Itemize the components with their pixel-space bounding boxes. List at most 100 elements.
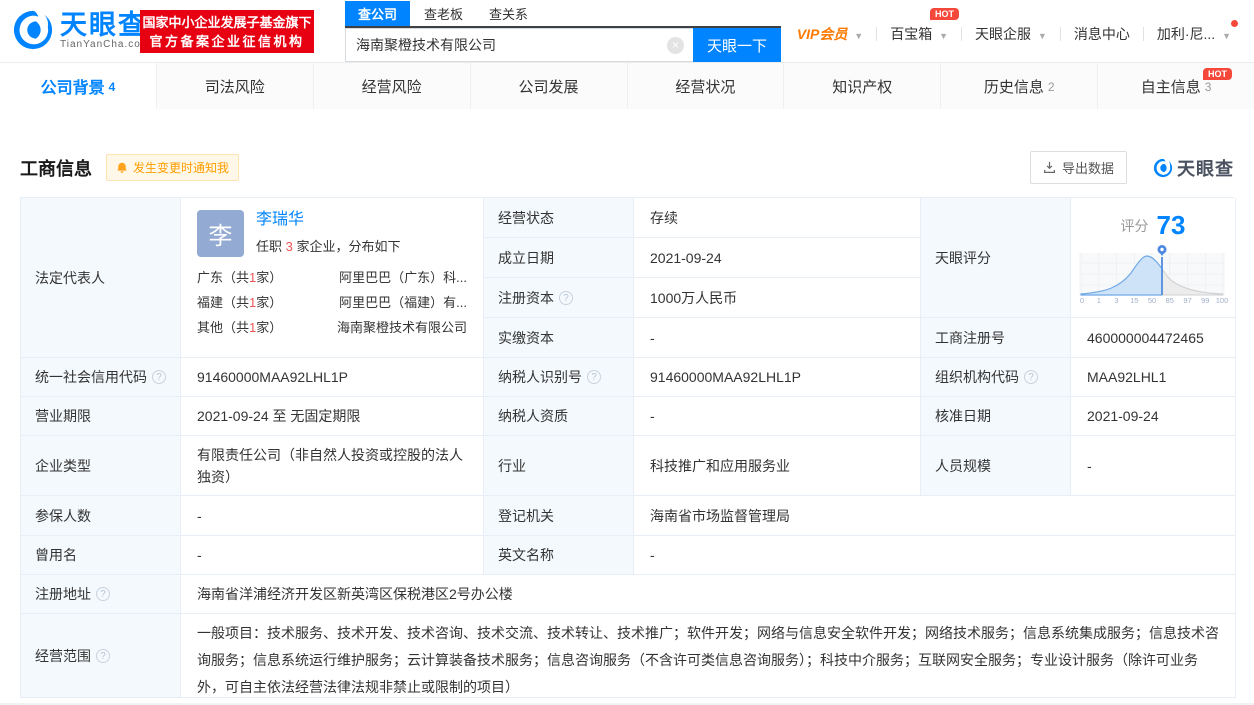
tab-operation-risk[interactable]: 经营风险 [312, 63, 470, 109]
search-tabs: 查公司 查老板 查关系 [345, 1, 781, 28]
tab-history-info[interactable]: 历史信息 2 [940, 63, 1097, 109]
field-label-industry: 行业 [484, 436, 634, 496]
legal-rep-name-link[interactable]: 李瑞华 [256, 210, 401, 230]
badge-line2: 官方备案企业征信机构 [149, 34, 305, 49]
top-header: 天眼查 TianYanCha.com 国家中小企业发展子基金旗下 官方备案企业征… [0, 0, 1254, 62]
field-label-paid-capital: 实缴资本 [484, 318, 634, 358]
company-section-tabs: 公司背景 4 司法风险 经营风险 公司发展 经营状况 知识产权 历史信息 2 HOT… [0, 62, 1254, 109]
government-certification-badge: 国家中小企业发展子基金旗下 官方备案企业征信机构 [140, 10, 314, 53]
logo-subtitle: TianYanCha.com [60, 38, 151, 50]
nav-vip-member[interactable]: VIP会员 ▼ [784, 24, 876, 44]
business-info-header: 工商信息 发生变更时通知我 导出数据 天眼查 [20, 151, 1234, 184]
field-value-taxpayer-id: 91460000MAA92LHL1P [634, 358, 921, 397]
tab-operation-status[interactable]: 经营状况 [626, 63, 784, 109]
legal-rep-distribution: 广东（共1家） 阿里巴巴（广东）科... 福建（共1家） 阿里巴巴（福建）有..… [197, 265, 467, 340]
field-label-establish-date: 成立日期 [484, 238, 634, 278]
svg-text:97: 97 [1183, 296, 1191, 305]
field-label-staff-size: 人员规模 [921, 436, 1071, 496]
field-value-english-name: - [634, 536, 1236, 575]
score-value: 73 [1156, 210, 1186, 240]
nav-message-center[interactable]: 消息中心 [1061, 24, 1143, 44]
logo-title: 天眼查 [60, 9, 147, 40]
field-label-taxpayer-id: 纳税人识别号? [484, 358, 634, 397]
search-button[interactable]: 天眼一下 [693, 28, 781, 62]
field-label-taxpayer-quality: 纳税人资质 [484, 397, 634, 436]
search-tab-company[interactable]: 查公司 [345, 1, 411, 26]
legal-rep-summary: 任职 3 家企业，分布如下 [256, 239, 401, 254]
svg-text:85: 85 [1166, 296, 1174, 305]
help-icon[interactable]: ? [96, 587, 110, 601]
field-value-reg-address: 海南省洋浦经济开发区新英湾区保税港区2号办公楼 [181, 575, 1236, 614]
field-label-former-name: 曾用名 [21, 536, 181, 575]
field-value-insured-count: - [181, 496, 484, 536]
svg-text:0: 0 [1080, 296, 1084, 305]
field-label-insured-count: 参保人数 [21, 496, 181, 536]
search-input[interactable] [346, 29, 693, 61]
field-label-credit-code: 统一社会信用代码? [21, 358, 181, 397]
notification-dot [1231, 20, 1238, 27]
help-icon[interactable]: ? [559, 290, 573, 305]
field-label-tyc-score: 天眼评分 [921, 198, 1071, 318]
field-label-approval-date: 核准日期 [921, 397, 1071, 436]
svg-text:50: 50 [1148, 296, 1156, 305]
chevron-down-icon: ▼ [1222, 31, 1231, 41]
svg-text:1: 1 [1097, 296, 1101, 305]
help-icon[interactable]: ? [1024, 370, 1038, 384]
field-value-former-name: - [181, 536, 484, 575]
tab-company-background[interactable]: 公司背景 4 [0, 63, 156, 109]
field-label-reg-address: 注册地址? [21, 575, 181, 614]
search-tab-relation[interactable]: 查关系 [489, 1, 528, 26]
region-label: 福建（共1家） [197, 295, 283, 310]
tab-intellectual-property[interactable]: 知识产权 [783, 63, 940, 109]
field-value-reg-authority: 海南省市场监督管理局 [634, 496, 1236, 536]
search-tab-boss[interactable]: 查老板 [424, 1, 463, 26]
tianyancha-logo[interactable]: 天眼查 TianYanCha.com [12, 9, 150, 51]
field-value-org-code: MAA92LHL1 [1071, 358, 1236, 397]
export-data-button[interactable]: 导出数据 [1029, 151, 1127, 184]
field-label-org-code: 组织机构代码? [921, 358, 1071, 397]
nav-toolbox[interactable]: HOT 百宝箱 ▼ [877, 8, 961, 44]
tyc-score-cell: 评分 73 0 1 3 15 50 85 97 99 100 [1071, 198, 1236, 318]
field-value-business-scope: 一般项目：技术服务、技术开发、技术咨询、技术交流、技术转让、技术推广；软件开发；… [181, 614, 1236, 698]
field-label-english-name: 英文名称 [484, 536, 634, 575]
clear-search-icon[interactable]: × [667, 37, 684, 54]
bell-icon [117, 162, 127, 173]
help-icon[interactable]: ? [152, 370, 166, 384]
field-label-business-scope: 经营范围? [21, 614, 181, 698]
svg-text:100: 100 [1216, 296, 1229, 305]
notify-on-change-button[interactable]: 发生变更时通知我 [106, 154, 240, 181]
field-value-business-status: 存续 [634, 198, 921, 238]
tianyancha-logo-icon [1153, 158, 1173, 177]
company-link[interactable]: 阿里巴巴（福建）有... [339, 290, 467, 315]
tab-self-published-info[interactable]: HOT 自主信息 3 [1097, 63, 1254, 109]
field-label-company-type: 企业类型 [21, 436, 181, 496]
help-icon[interactable]: ? [587, 370, 601, 384]
nav-enterprise-service[interactable]: 天眼企服 ▼ [962, 24, 1060, 44]
legal-rep-cell: 李 李瑞华 任职 3 家企业，分布如下 广东（共1家） 阿里巴巴（广东）科...… [181, 198, 484, 358]
search-area: 查公司 查老板 查关系 × 天眼一下 [345, 1, 781, 62]
help-icon[interactable]: ? [96, 648, 110, 663]
score-distribution-chart: 0 1 3 15 50 85 97 99 100 [1079, 245, 1229, 305]
hot-badge: HOT [930, 8, 960, 20]
tab-judicial-risk[interactable]: 司法风险 [155, 63, 313, 109]
field-value-credit-code: 91460000MAA92LHL1P [181, 358, 484, 397]
business-info-table: 法定代表人 李 李瑞华 任职 3 家企业，分布如下 广东（共1家） 阿里巴巴（广… [20, 197, 1236, 698]
svg-text:15: 15 [1130, 296, 1138, 305]
field-label-reg-authority: 登记机关 [484, 496, 634, 536]
field-value-reg-number: 460000004472465 [1071, 318, 1236, 358]
field-value-business-term: 2021-09-24 至 无固定期限 [181, 397, 484, 436]
field-value-company-type: 有限责任公司（非自然人投资或控股的法人独资） [181, 436, 484, 496]
page-title: 工商信息 [20, 158, 92, 179]
svg-text:3: 3 [1114, 296, 1118, 305]
field-label-reg-number: 工商注册号 [921, 318, 1071, 358]
field-value-industry: 科技推广和应用服务业 [634, 436, 921, 496]
tab-company-development[interactable]: 公司发展 [469, 63, 627, 109]
company-link[interactable]: 阿里巴巴（广东）科... [339, 265, 467, 290]
chevron-down-icon: ▼ [1037, 31, 1047, 41]
field-value-establish-date: 2021-09-24 [634, 238, 921, 278]
nav-user-account[interactable]: 加利·尼... ▼ [1144, 20, 1244, 44]
avatar[interactable]: 李 [197, 210, 244, 257]
tianyancha-logo-icon [13, 10, 53, 50]
list-item: 广东（共1家） 阿里巴巴（广东）科... [197, 265, 467, 290]
company-link[interactable]: 海南聚橙技术有限公司 [337, 315, 467, 340]
